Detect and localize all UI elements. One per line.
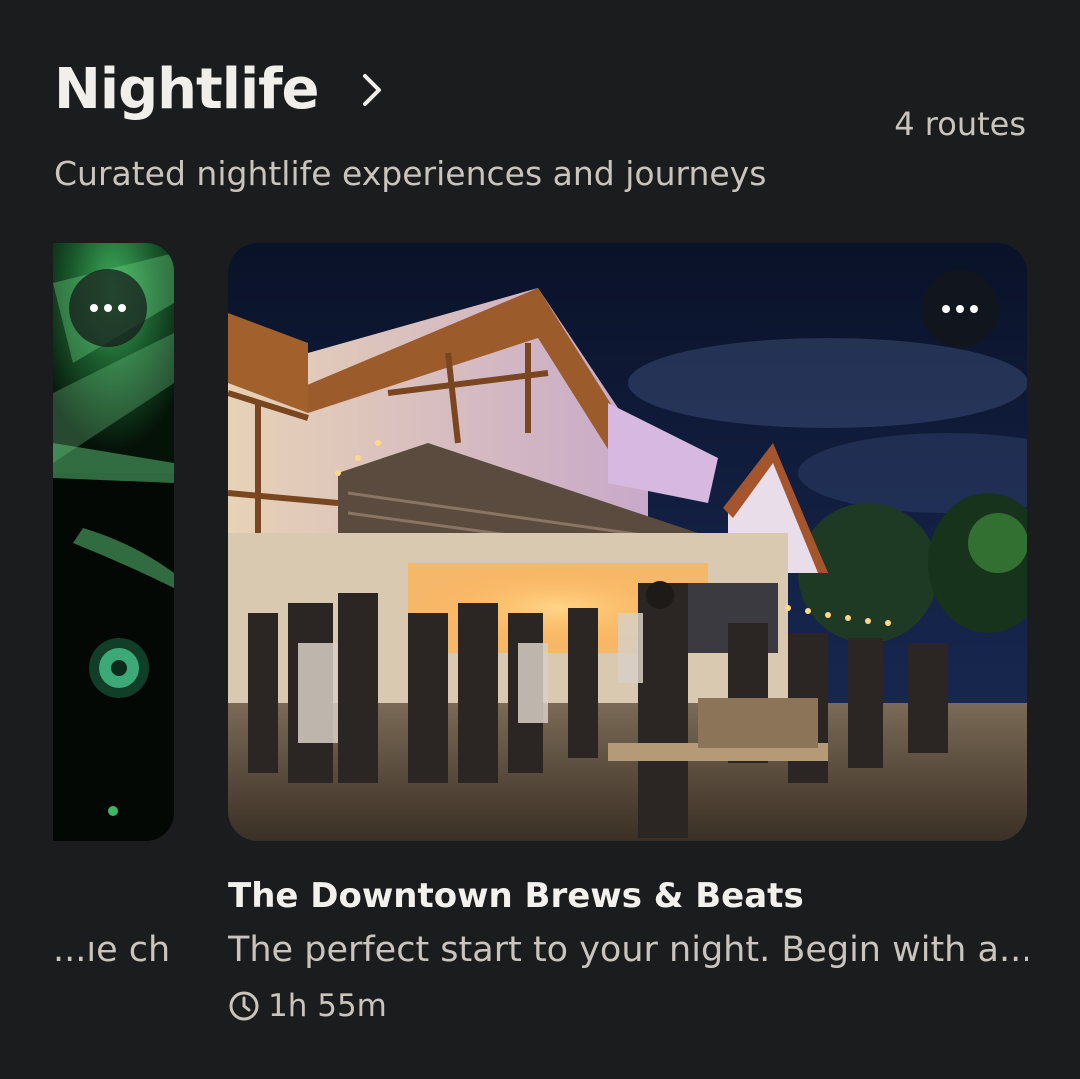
routes-count: 4 routes <box>894 105 1026 143</box>
more-horizontal-icon <box>90 304 126 312</box>
card-description: The perfect start to your night. Begin w… <box>228 930 1028 970</box>
card-title[interactable]: The Downtown Brews & Beats <box>228 876 804 916</box>
card-description-previous: ıe ch... <box>53 930 171 970</box>
more-horizontal-icon <box>942 305 978 313</box>
card-more-button[interactable] <box>921 270 999 348</box>
section-title[interactable]: Nightlife <box>54 62 320 118</box>
clock-icon <box>229 991 259 1021</box>
card-more-button[interactable] <box>69 269 147 347</box>
duration-row: 1h 55m <box>228 988 387 1024</box>
route-card-image[interactable] <box>228 243 1027 841</box>
chevron-right-icon[interactable] <box>357 68 387 112</box>
route-card-image-previous[interactable] <box>53 243 174 841</box>
section-title-row[interactable]: Nightlife <box>54 62 387 118</box>
duration-text: 1h 55m <box>268 988 387 1024</box>
section-subtitle: Curated nightlife experiences and journe… <box>54 154 767 193</box>
beer-garden-night-photo <box>228 243 1027 841</box>
